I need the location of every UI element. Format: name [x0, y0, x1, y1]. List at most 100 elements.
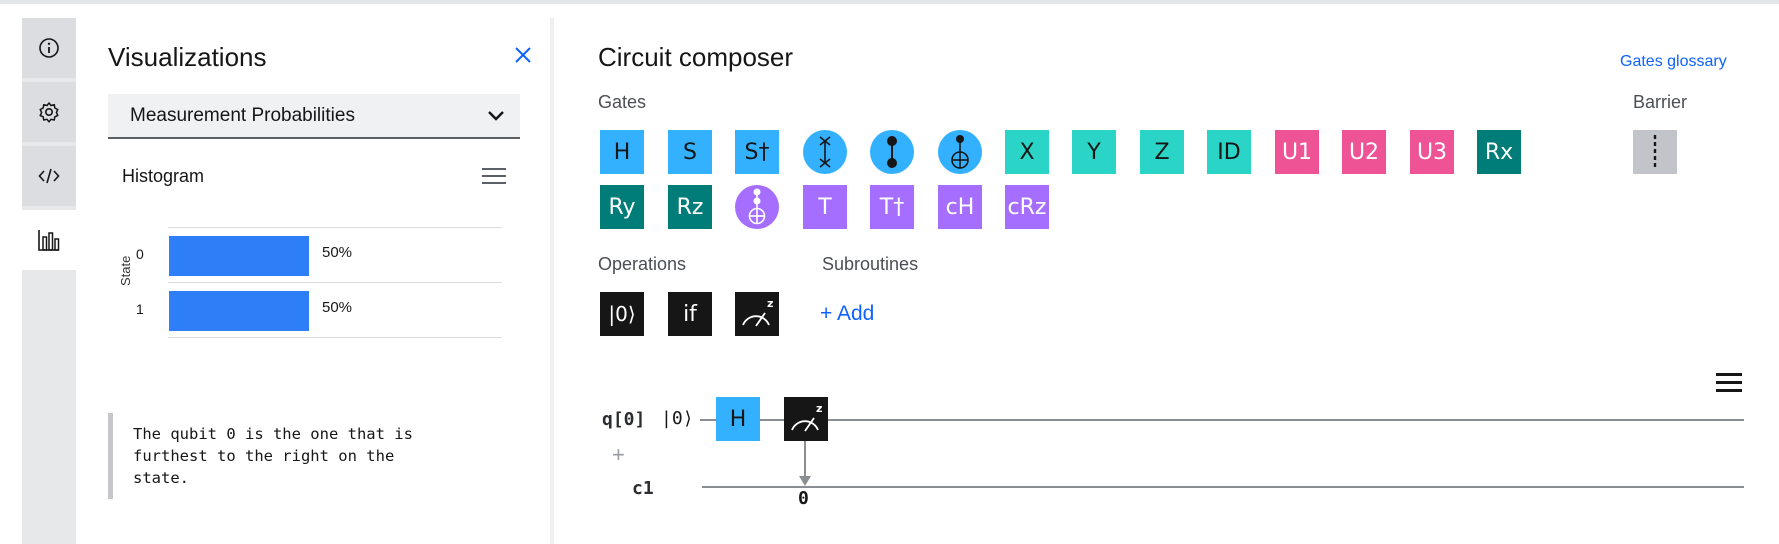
gate-x-label: X [1019, 139, 1035, 165]
qubit-wire [700, 419, 1744, 421]
panel-divider [550, 18, 554, 544]
barrier-icon [1653, 135, 1657, 169]
gate-rx-label: Rx [1484, 139, 1514, 165]
gate-rz-label: Rz [676, 194, 704, 220]
add-qubit-button[interactable]: + [612, 442, 625, 468]
gate-ch-label: cH [945, 194, 975, 220]
gate-h[interactable]: H [600, 130, 644, 174]
visualizations-panel: Visualizations Measurement Probabilities… [76, 18, 550, 544]
gate-id[interactable]: ID [1207, 130, 1251, 174]
measure-icon: z [791, 402, 822, 432]
grid-line [168, 227, 502, 228]
classical-bit-index: 0 [798, 488, 809, 509]
gate-tdg-label: T† [879, 194, 905, 220]
op-if[interactable]: if [668, 292, 712, 336]
visualizations-rail-button[interactable] [22, 210, 76, 270]
gate-toffoli[interactable] [735, 185, 779, 229]
bar-chart-icon [38, 230, 60, 251]
page-title: Circuit composer [598, 42, 794, 72]
cnot-icon [951, 135, 969, 169]
gate-u1[interactable]: U1 [1275, 130, 1319, 174]
gate-ry-label: Ry [608, 194, 636, 220]
classical-wire [702, 486, 1744, 488]
svg-text:z: z [816, 402, 822, 415]
gate-swap[interactable] [803, 130, 847, 174]
gate-sdg[interactable]: S† [735, 130, 779, 174]
gate-u2-label: U2 [1348, 139, 1380, 165]
gate-rx[interactable]: Rx [1477, 130, 1521, 174]
code-rail-button[interactable] [22, 146, 76, 206]
gate-crz[interactable]: cRz [1005, 185, 1049, 229]
histogram-title: Histogram [122, 166, 205, 186]
gate-sdg-label: S† [744, 139, 770, 165]
op-measure[interactable]: z [735, 292, 779, 336]
info-icon [39, 38, 59, 58]
gate-z[interactable]: Z [1140, 130, 1184, 174]
visualization-select-value: Measurement Probabilities [130, 104, 355, 126]
toffoli-icon [748, 188, 766, 225]
gate-ry[interactable]: Ry [600, 185, 644, 229]
gate-cz[interactable] [870, 130, 914, 174]
gate-tdg[interactable]: T† [870, 185, 914, 229]
swap-icon [819, 136, 831, 168]
gate-u3[interactable]: U3 [1410, 130, 1454, 174]
qubit-init-state[interactable]: |0⟩ [661, 408, 694, 429]
info-rail-button[interactable] [22, 18, 76, 78]
gate-u2[interactable]: U2 [1342, 130, 1386, 174]
gate-z-label: Z [1154, 139, 1170, 165]
bar-label-1: 50% [322, 299, 353, 316]
gate-t-label: T [818, 194, 832, 220]
gate-rz[interactable]: Rz [668, 185, 712, 229]
side-rail [22, 18, 76, 544]
op-reset[interactable]: |0⟩ [600, 292, 644, 336]
gate-x[interactable]: X [1005, 130, 1049, 174]
gate-h-label: H [613, 139, 631, 165]
subroutines-label: Subroutines [822, 254, 919, 274]
op-reset-label: |0⟩ [608, 302, 636, 326]
svg-text:z: z [767, 297, 773, 310]
circuit-menu-icon[interactable] [1716, 373, 1742, 393]
gates-label: Gates [598, 92, 647, 112]
controlled-z-icon [887, 136, 897, 168]
qubit-order-note: The qubit 0 is the one that is furthest … [108, 413, 518, 499]
circuit-gate-h[interactable]: H [716, 397, 760, 441]
bar-state-0 [169, 236, 309, 276]
close-icon [515, 47, 531, 63]
y-tick-1: 1 [136, 301, 144, 317]
code-icon [38, 168, 60, 184]
operations-label: Operations [598, 254, 687, 274]
grid-line [168, 337, 502, 338]
close-button[interactable] [508, 40, 538, 70]
gate-barrier[interactable] [1633, 130, 1677, 174]
gate-u3-label: U3 [1416, 139, 1448, 165]
op-if-label: if [683, 301, 697, 327]
classical-register-label: c1 [632, 478, 654, 499]
gate-id-label: ID [1217, 139, 1241, 165]
gate-s-label: S [683, 139, 697, 165]
grid-line [168, 282, 502, 283]
measurement-arrow [799, 476, 811, 486]
add-subroutine-link[interactable]: + Add [820, 302, 874, 326]
gates-glossary-link[interactable]: Gates glossary [1620, 53, 1727, 71]
bar-label-0: 50% [322, 244, 353, 261]
barrier-label: Barrier [1633, 92, 1688, 112]
gate-u1-label: U1 [1281, 139, 1313, 165]
gate-ch[interactable]: cH [938, 185, 982, 229]
panel-title: Visualizations [108, 42, 267, 72]
histogram-menu-icon[interactable] [482, 168, 506, 186]
gate-crz-label: cRz [1007, 194, 1047, 220]
gate-cnot[interactable] [938, 130, 982, 174]
gate-t[interactable]: T [803, 185, 847, 229]
gate-y-label: Y [1087, 139, 1101, 165]
gate-y[interactable]: Y [1072, 130, 1116, 174]
circuit-gate-measure[interactable]: z [784, 397, 828, 441]
qubit-label: q[0] [602, 409, 646, 430]
visualization-select[interactable]: Measurement Probabilities [108, 94, 520, 139]
top-border [0, 0, 1779, 4]
measure-icon: z [742, 297, 773, 327]
chevron-down-icon [488, 111, 504, 121]
gate-s[interactable]: S [668, 130, 712, 174]
y-axis-label: State [118, 255, 133, 286]
settings-rail-button[interactable] [22, 82, 76, 142]
gear-icon [39, 102, 59, 123]
